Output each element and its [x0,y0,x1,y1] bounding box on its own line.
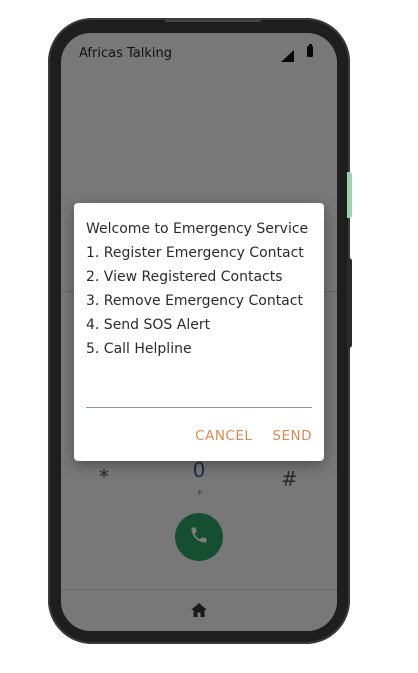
dialog-message: Welcome to Emergency Service 1. Register… [86,217,316,361]
side-button-upper[interactable] [347,172,352,218]
dialog-title-line: Welcome to Emergency Service [86,221,309,237]
side-button-lower[interactable] [347,258,352,348]
send-button[interactable]: SEND [272,428,312,444]
menu-option-helpline: 5. Call Helpline [86,341,192,357]
menu-option-remove: 3. Remove Emergency Contact [86,293,303,309]
reply-input[interactable] [86,389,312,408]
dialog-actions: CANCEL SEND [195,428,312,444]
ussd-dialog: Welcome to Emergency Service 1. Register… [74,203,324,461]
menu-option-register: 1. Register Emergency Contact [86,245,304,261]
stage: Africas Talking * 0 + # [0,0,418,673]
phone-screen: Africas Talking * 0 + # [61,33,337,631]
menu-option-sos: 4. Send SOS Alert [86,317,211,333]
menu-option-view: 2. View Registered Contacts [86,269,283,285]
speaker-grille [165,19,261,22]
cancel-button[interactable]: CANCEL [195,428,252,444]
